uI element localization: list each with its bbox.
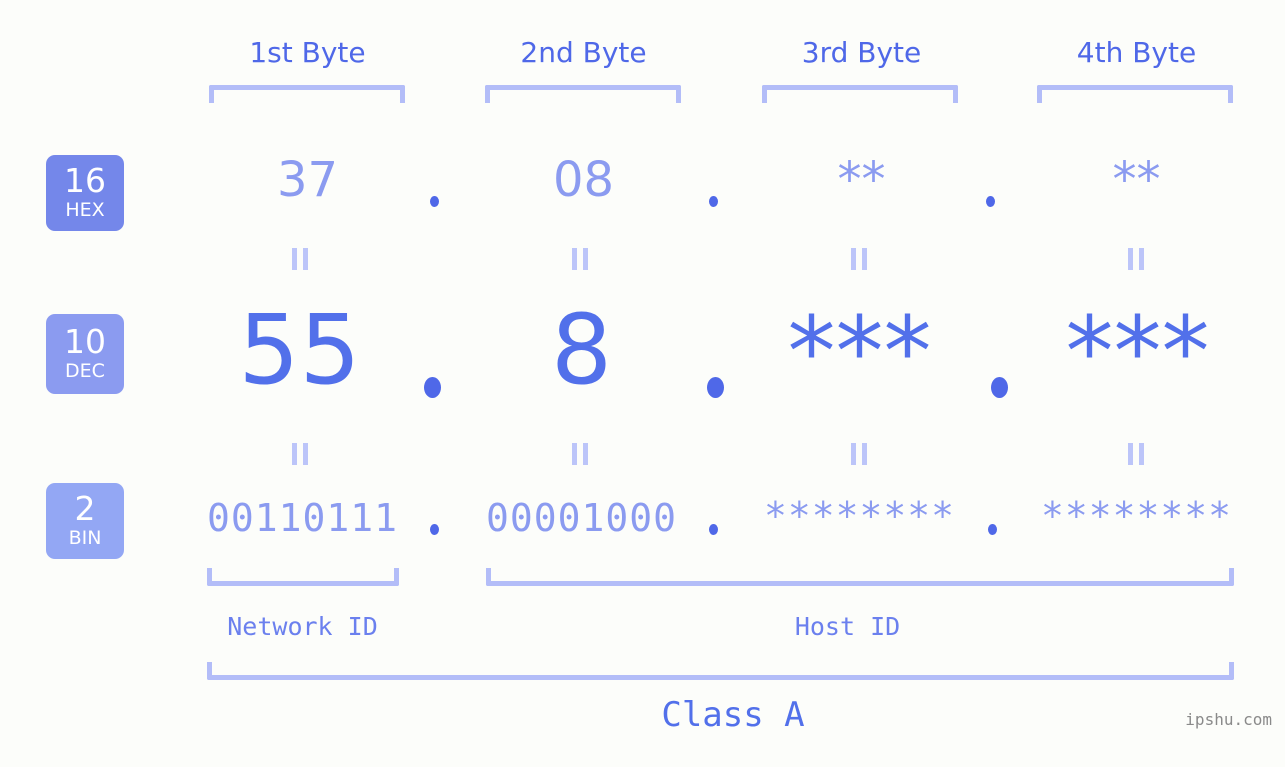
host-id-label: Host ID (794, 612, 901, 641)
byte-bracket-top-4 (1037, 85, 1233, 103)
equals-sign-dec-bin-2 (566, 443, 596, 465)
bin-octet-2: 00001000 (485, 496, 678, 540)
equals-sign-dec-bin-4 (1122, 443, 1152, 465)
bin-octet-3: ******** (763, 494, 956, 538)
network-id-label: Network ID (227, 612, 378, 641)
hex-octet-1: 37 (276, 152, 339, 208)
byte-header-2: 2nd Byte (520, 36, 647, 69)
base-badge-dec-number: 10 (64, 322, 106, 361)
bin-separator-dot-1 (430, 524, 439, 535)
equals-sign-hex-dec-3 (845, 248, 875, 270)
bin-octet-1: 00110111 (206, 496, 399, 540)
dec-separator-dot-1 (424, 377, 441, 398)
byte-bracket-top-3 (762, 85, 958, 103)
base-badge-dec-name: DEC (65, 360, 105, 382)
byte-bracket-top-2 (485, 85, 681, 103)
hex-separator-dot-3 (986, 196, 995, 207)
hex-octet-2: 08 (552, 152, 615, 208)
ip-class-label: Class A (661, 695, 805, 735)
dec-octet-1: 55 (238, 294, 361, 406)
hex-separator-dot-1 (430, 196, 439, 207)
byte-bracket-top-1 (209, 85, 405, 103)
base-badge-bin-number: 2 (74, 489, 96, 528)
base-badge-dec: 10 DEC (46, 314, 124, 394)
base-badge-bin: 2 BIN (46, 483, 124, 559)
dec-separator-dot-2 (707, 377, 724, 398)
dec-octet-2: 8 (550, 294, 613, 406)
class-bracket (207, 662, 1234, 680)
equals-sign-hex-dec-4 (1122, 248, 1152, 270)
hex-octet-4: ** (1112, 152, 1161, 208)
hex-separator-dot-2 (709, 196, 718, 207)
network-id-bracket (207, 568, 399, 586)
ip-byte-breakdown-diagram: 1st Byte 2nd Byte 3rd Byte 4th Byte 16 H… (0, 0, 1285, 767)
base-badge-hex: 16 HEX (46, 155, 124, 231)
bin-octet-4: ******** (1040, 494, 1233, 538)
dec-octet-3: *** (787, 296, 932, 408)
byte-header-4: 4th Byte (1076, 36, 1197, 69)
bin-separator-dot-3 (988, 524, 997, 535)
equals-sign-hex-dec-2 (566, 248, 596, 270)
equals-sign-dec-bin-3 (845, 443, 875, 465)
base-badge-hex-number: 16 (64, 161, 106, 200)
equals-sign-hex-dec-1 (286, 248, 316, 270)
watermark-text: ipshu.com (1185, 710, 1272, 729)
host-id-bracket (486, 568, 1234, 586)
bin-separator-dot-2 (709, 524, 718, 535)
byte-header-1: 1st Byte (249, 36, 366, 69)
base-badge-hex-name: HEX (65, 199, 105, 221)
byte-header-3: 3rd Byte (801, 36, 922, 69)
dec-separator-dot-3 (991, 377, 1008, 398)
base-badge-bin-name: BIN (68, 527, 102, 549)
dec-octet-4: *** (1065, 296, 1210, 408)
equals-sign-dec-bin-1 (286, 443, 316, 465)
hex-octet-3: ** (837, 152, 886, 208)
